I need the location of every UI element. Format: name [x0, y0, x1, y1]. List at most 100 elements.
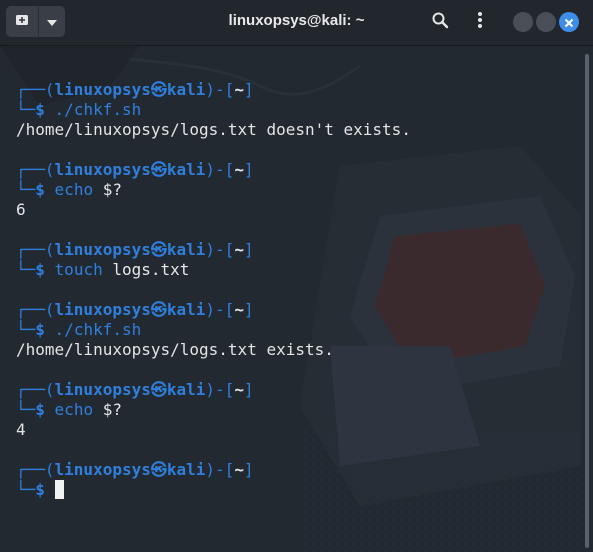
prompt-mid: )-[: [205, 460, 235, 479]
prompt-open: ┌──(: [16, 380, 55, 399]
command-output: /home/linuxopsys/logs.txt doesn't exists…: [16, 120, 411, 139]
prompt-close: ]: [243, 240, 254, 259]
kebab-menu-icon: [477, 11, 483, 33]
new-tab-icon: [14, 12, 30, 32]
command-arg: logs.txt: [112, 260, 190, 279]
prompt-host: kali: [166, 300, 206, 319]
prompt-mid: )-[: [205, 300, 235, 319]
prompt-open: ┌──(: [16, 300, 55, 319]
prompt-symbol: ㉿: [150, 240, 167, 259]
prompt-open: ┌──(: [16, 460, 55, 479]
prompt-close: ]: [243, 380, 254, 399]
prompt-open: ┌──(: [16, 80, 55, 99]
prompt-header: ┌──(linuxopsys㉿kali)-[~]: [16, 160, 411, 180]
window-title-wrap: linuxopsys@kali: ~: [0, 12, 593, 29]
search-icon: [431, 11, 449, 33]
command-line: └─$ echo $?: [16, 180, 411, 200]
command-line: └─$ ./chkf.sh: [16, 320, 411, 340]
prompt-dollar: $: [35, 260, 45, 279]
command-name: ./chkf.sh: [54, 320, 142, 339]
prompt-user: linuxopsys: [54, 80, 151, 99]
command-output: 6: [16, 200, 26, 219]
command-name: echo: [54, 180, 94, 199]
terminal-area[interactable]: ┌──(linuxopsys㉿kali)-[~] └─$ ./chkf.sh/ho…: [0, 46, 581, 552]
prompt-host: kali: [166, 240, 206, 259]
prompt-dir: ~: [234, 80, 244, 99]
prompt-corner: └─: [16, 320, 36, 339]
command-arg: $?: [102, 180, 122, 199]
prompt-close: ]: [243, 160, 254, 179]
title-bar: linuxopsys@kali: ~: [0, 0, 593, 46]
command-output: /home/linuxopsys/logs.txt exists.: [16, 340, 334, 359]
prompt-close: ]: [243, 80, 254, 99]
prompt-corner: └─: [16, 100, 36, 119]
prompt-user: linuxopsys: [54, 160, 151, 179]
prompt-corner: └─: [16, 260, 36, 279]
prompt-dir: ~: [234, 300, 244, 319]
prompt-host: kali: [166, 460, 206, 479]
prompt-host: kali: [166, 380, 206, 399]
prompt-mid: )-[: [205, 380, 235, 399]
new-tab-group: [6, 6, 65, 37]
prompt-corner: └─: [16, 400, 36, 419]
command-line: └─$ ./chkf.sh: [16, 100, 411, 120]
command-line: └─$ touch logs.txt: [16, 260, 411, 280]
prompt-user: linuxopsys: [54, 300, 151, 319]
minimize-button[interactable]: [513, 12, 533, 32]
menu-button[interactable]: [468, 10, 492, 34]
prompt-dir: ~: [234, 240, 244, 259]
prompt-dollar: $: [35, 320, 45, 339]
prompt-host: kali: [166, 160, 206, 179]
prompt-symbol: ㉿: [150, 460, 167, 479]
prompt-close: ]: [243, 460, 254, 479]
prompt-dir: ~: [234, 380, 244, 399]
scrollbar[interactable]: [581, 46, 593, 552]
new-tab-button[interactable]: [6, 6, 40, 37]
command-line: └─$: [16, 480, 411, 500]
close-icon: [564, 13, 574, 32]
prompt-symbol: ㉿: [150, 380, 167, 399]
prompt-user: linuxopsys: [54, 380, 151, 399]
prompt-header: ┌──(linuxopsys㉿kali)-[~]: [16, 460, 411, 480]
prompt-header: ┌──(linuxopsys㉿kali)-[~]: [16, 300, 411, 320]
command-arg: $?: [102, 400, 122, 419]
prompt-mid: )-[: [205, 240, 235, 259]
prompt-symbol: ㉿: [150, 80, 167, 99]
prompt-symbol: ㉿: [150, 160, 167, 179]
window-title: linuxopsys@kali: ~: [228, 12, 365, 29]
prompt-dir: ~: [234, 460, 244, 479]
prompt-dollar: $: [35, 180, 45, 199]
prompt-corner: └─: [16, 180, 36, 199]
terminal-window: linuxopsys@kali: ~ ┌──(linuxopsys㉿kali)-…: [0, 0, 593, 552]
terminal-output: ┌──(linuxopsys㉿kali)-[~] └─$ ./chkf.sh/ho…: [16, 80, 411, 500]
tab-menu-button[interactable]: [39, 6, 65, 37]
text-cursor: [54, 480, 64, 499]
maximize-button[interactable]: [536, 12, 556, 32]
prompt-mid: )-[: [205, 160, 235, 179]
command-name: echo: [54, 400, 94, 419]
command-name: touch: [54, 260, 103, 279]
prompt-mid: )-[: [205, 80, 235, 99]
command-line: └─$ echo $?: [16, 400, 411, 420]
prompt-symbol: ㉿: [150, 300, 167, 319]
prompt-dollar: $: [35, 100, 45, 119]
scrollbar-thumb[interactable]: [585, 54, 589, 548]
close-button[interactable]: [559, 12, 579, 32]
prompt-header: ┌──(linuxopsys㉿kali)-[~]: [16, 380, 411, 400]
prompt-user: linuxopsys: [54, 240, 151, 259]
prompt-close: ]: [243, 300, 254, 319]
command-output: 4: [16, 420, 26, 439]
prompt-header: ┌──(linuxopsys㉿kali)-[~]: [16, 240, 411, 260]
prompt-host: kali: [166, 80, 206, 99]
search-button[interactable]: [428, 10, 452, 34]
prompt-open: ┌──(: [16, 240, 55, 259]
prompt-header: ┌──(linuxopsys㉿kali)-[~]: [16, 80, 411, 100]
prompt-dollar: $: [35, 480, 45, 499]
prompt-user: linuxopsys: [54, 460, 151, 479]
prompt-dir: ~: [234, 160, 244, 179]
